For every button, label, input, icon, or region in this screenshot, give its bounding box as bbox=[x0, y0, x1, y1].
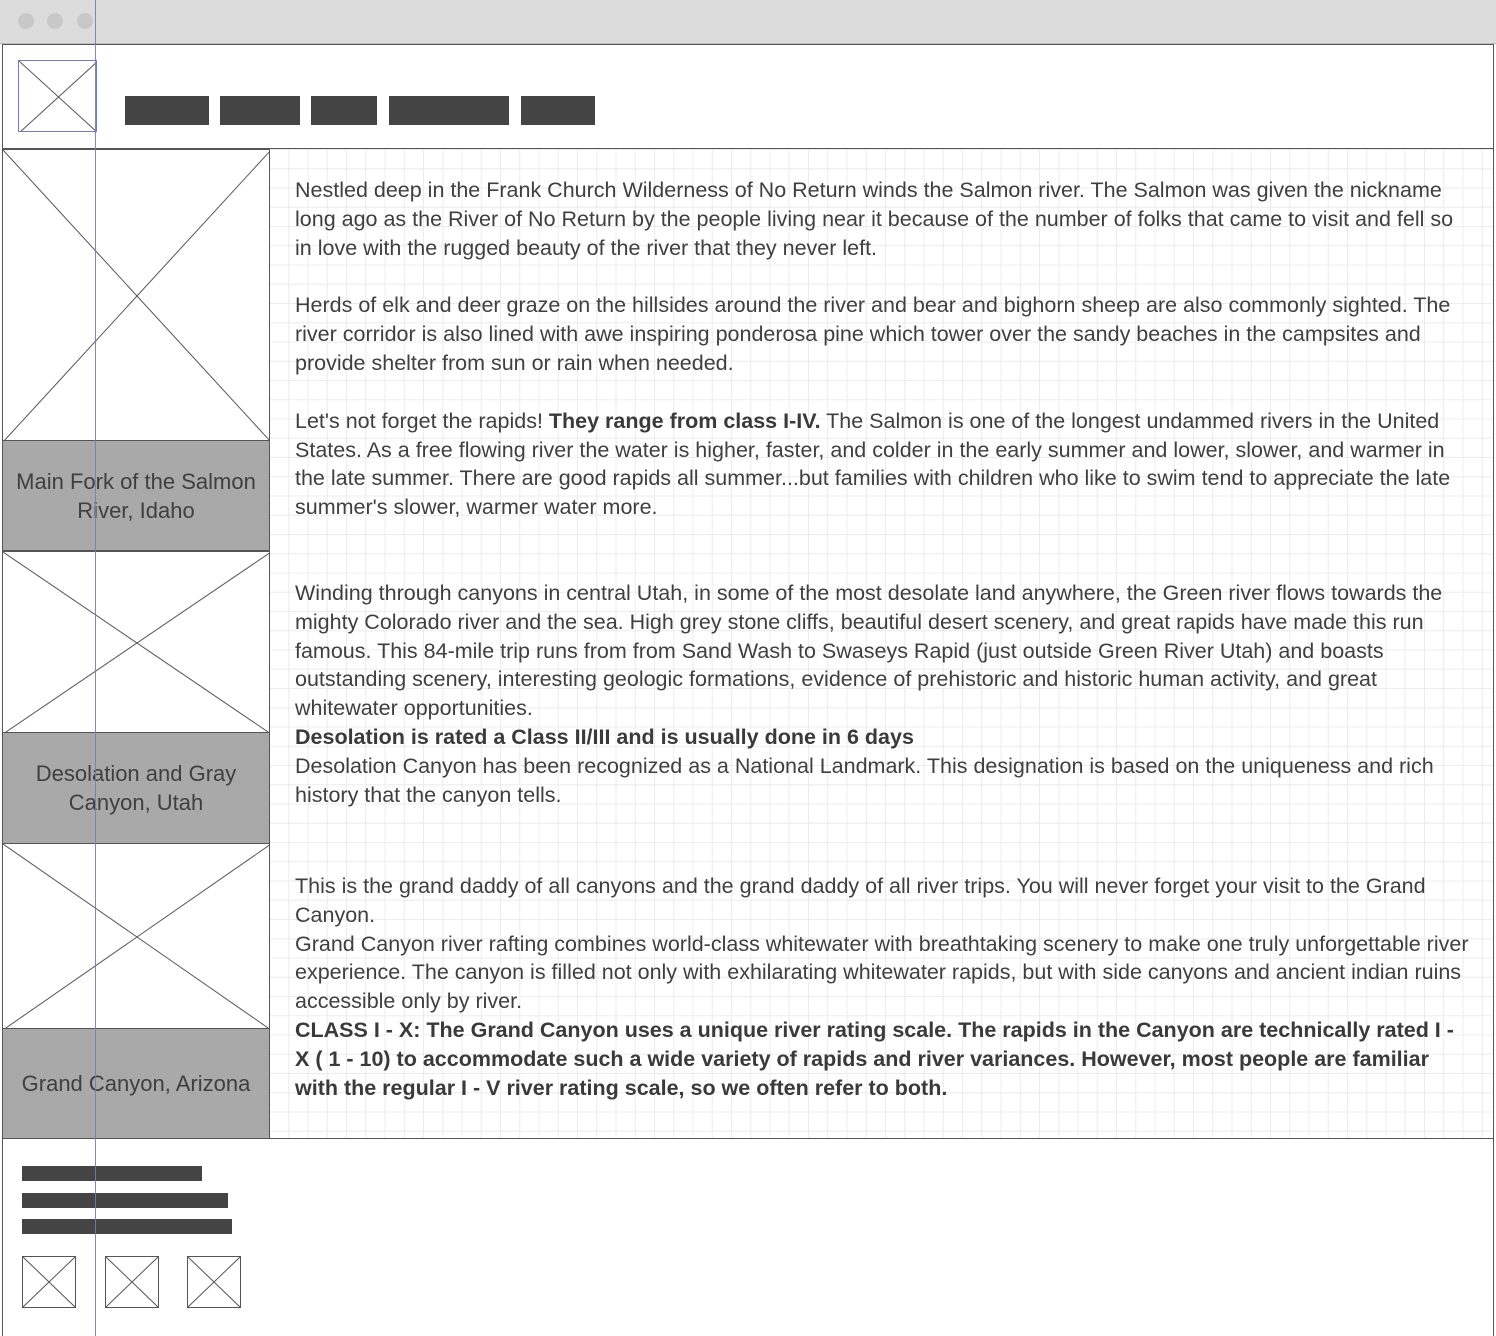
desolation-rating: Desolation is rated a Class II/III and i… bbox=[295, 723, 1470, 752]
desolation-caption: Desolation and Gray Canyon, Utah bbox=[2, 732, 270, 844]
grand-canyon-image-placeholder-icon bbox=[2, 843, 270, 1029]
window-close-dot[interactable] bbox=[18, 13, 34, 29]
desolation-paragraph-1: Winding through canyons in central Utah,… bbox=[295, 581, 1443, 721]
footer-text-line-2[interactable] bbox=[22, 1193, 228, 1208]
logo-image-placeholder-icon[interactable] bbox=[18, 60, 97, 132]
browser-titlebar bbox=[0, 0, 1496, 44]
salmon-paragraph-1: Nestled deep in the Frank Church Wildern… bbox=[295, 178, 1454, 260]
desolation-image-placeholder-icon bbox=[2, 551, 270, 733]
footer-social-1-image-placeholder-icon[interactable] bbox=[22, 1256, 76, 1308]
nav-item-2[interactable] bbox=[220, 96, 300, 125]
salmon-rapids-class: They range from class I-IV. bbox=[548, 408, 821, 433]
grand-canyon-caption: Grand Canyon, Arizona bbox=[2, 1028, 270, 1139]
footer-text-line-1[interactable] bbox=[22, 1166, 202, 1181]
salmon-image-placeholder-icon bbox=[2, 149, 270, 441]
window-maximize-dot[interactable] bbox=[77, 13, 93, 29]
nav-item-5[interactable] bbox=[521, 96, 595, 125]
window-minimize-dot[interactable] bbox=[47, 13, 63, 29]
site-footer bbox=[2, 1138, 1494, 1336]
nav-item-1[interactable] bbox=[125, 96, 209, 125]
footer-text-line-3[interactable] bbox=[22, 1219, 232, 1234]
grand-canyon-rating-text: CLASS I - X: The Grand Canyon uses a uni… bbox=[295, 1017, 1454, 1100]
salmon-description: Nestled deep in the Frank Church Wildern… bbox=[295, 176, 1470, 522]
grand-canyon-rating: CLASS I - X: The Grand Canyon uses a uni… bbox=[295, 1016, 1470, 1102]
desolation-description: Winding through canyons in central Utah,… bbox=[295, 579, 1470, 809]
footer-social-3-image-placeholder-icon[interactable] bbox=[187, 1256, 241, 1308]
site-header bbox=[2, 44, 1494, 149]
nav-item-3[interactable] bbox=[311, 96, 377, 125]
desolation-paragraph-3: Desolation Canyon has been recognized as… bbox=[295, 753, 1434, 807]
salmon-paragraph-2: Herds of elk and deer graze on the hills… bbox=[295, 293, 1451, 375]
layout-guide-line bbox=[95, 0, 96, 1336]
nav-item-4[interactable] bbox=[389, 96, 509, 125]
footer-social-2-image-placeholder-icon[interactable] bbox=[105, 1256, 159, 1308]
grand-canyon-description: This is the grand daddy of all canyons a… bbox=[295, 872, 1470, 1102]
grand-canyon-paragraph-1: This is the grand daddy of all canyons a… bbox=[295, 874, 1426, 927]
salmon-caption: Main Fork of the Salmon River, Idaho bbox=[2, 440, 270, 551]
salmon-paragraph-3: Let's not forget the rapids! They range … bbox=[295, 407, 1470, 522]
desolation-rating-text: Desolation is rated a Class II/III and i… bbox=[295, 724, 914, 749]
grand-canyon-paragraph-2: Grand Canyon river rafting combines worl… bbox=[295, 931, 1469, 1014]
salmon-paragraph-3-intro: Let's not forget the rapids! bbox=[295, 408, 549, 433]
